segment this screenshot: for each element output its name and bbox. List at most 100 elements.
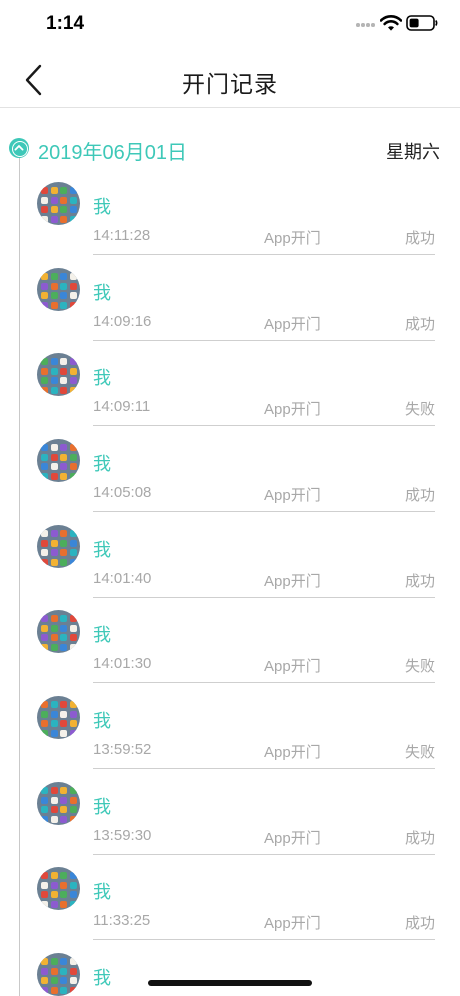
avatar-tile [50,463,58,470]
record-item[interactable]: 我 13:59:52 App开门 失败 [0,674,460,769]
avatar-tile [41,273,48,280]
avatar-tile [69,796,77,804]
avatar-tile [41,530,48,537]
avatar-tile [50,558,58,566]
avatar-tile [60,806,67,813]
avatar [37,182,80,225]
record-time: 13:59:52 [93,741,152,758]
avatar-tile [60,720,67,727]
record-item[interactable]: 我 14:09:11 App开门 失败 [0,331,460,426]
avatar-tile [50,530,58,537]
avatar-tile [69,377,77,384]
avatar-tile [50,967,58,975]
record-user: 我 [93,711,111,732]
status-bar: 1:14 [0,0,460,48]
avatar-tile [41,891,48,898]
avatar-tile [41,787,48,794]
avatar-tile [50,958,58,965]
avatar-tile [41,900,48,908]
avatar-tile [69,967,77,975]
avatar-tile [50,273,58,280]
avatar-tile [41,720,48,727]
record-item[interactable]: 我 13:59:30 App开门 成功 [0,760,460,855]
avatar-tile [50,720,58,727]
avatar-tile [41,643,48,651]
avatar-tile [41,701,48,708]
avatar-tile [69,986,77,994]
avatar-tile [60,453,67,461]
avatar-tile [50,301,58,309]
avatar-tile [50,215,58,223]
record-item[interactable]: 我 14:09:16 App开门 成功 [0,246,460,341]
avatar-tile [60,530,67,537]
avatar-tile [60,196,67,204]
record-result: 失败 [404,400,435,418]
record-result: 成功 [404,229,435,247]
avatar-tile [41,729,48,737]
record-user: 我 [93,882,111,903]
avatar-tile [41,977,48,984]
avatar [37,610,80,653]
record-item[interactable]: 我 [0,931,460,996]
date-marker[interactable] [9,138,29,158]
record-item[interactable]: 我 11:33:25 App开门 成功 [0,845,460,940]
avatar-tile [50,872,58,879]
avatar-tile [69,187,77,194]
avatar-tile [69,453,77,461]
avatar-tile [41,472,48,480]
avatar-tile [69,624,77,632]
record-time: 14:09:11 [93,398,151,415]
record-method: App开门 [264,487,321,504]
avatar-tile [41,292,48,299]
avatar-tile [60,958,67,965]
record-item[interactable]: 我 14:05:08 App开门 成功 [0,417,460,512]
avatar-tile [60,624,67,632]
avatar-tile [50,472,58,480]
signal-icon [356,22,376,28]
avatar-tile [60,367,67,375]
record-result: 失败 [404,743,435,761]
avatar-tile [50,701,58,708]
avatar-tile [69,558,77,566]
avatar-tile [50,986,58,994]
avatar-tile [41,624,48,632]
record-item[interactable]: 我 14:11:28 App开门 成功 [0,160,460,255]
avatar-tile [41,187,48,194]
record-item[interactable]: 我 14:01:30 App开门 失败 [0,588,460,683]
avatar-tile [69,196,77,204]
status-time: 1:14 [46,13,85,34]
avatar-tile [50,796,58,804]
avatar-tile [60,386,67,394]
avatar-tile [60,472,67,480]
avatar-tile [50,386,58,394]
avatar [37,696,80,739]
avatar-tile [50,710,58,718]
avatar-tile [50,358,58,365]
avatar [37,268,80,311]
avatar-tile [69,815,77,823]
avatar-tile [50,643,58,651]
avatar-tile [60,558,67,566]
avatar-tile [69,958,77,965]
record-item[interactable]: 我 14:01:40 App开门 成功 [0,503,460,598]
avatar-tile [41,444,48,451]
avatar-tile [60,292,67,299]
avatar-tile [60,977,67,984]
record-time: 14:01:30 [93,655,152,672]
nav-bar: 开门记录 [0,48,460,108]
avatar-tile [69,729,77,737]
avatar-tile [69,358,77,365]
avatar-tile [50,900,58,908]
avatar-tile [41,539,48,547]
chevron-up-circle-icon [14,145,24,151]
record-user: 我 [93,968,111,989]
avatar-tile [50,196,58,204]
avatar-tile [69,872,77,879]
avatar-tile [69,463,77,470]
home-indicator [148,980,312,986]
avatar-tile [60,815,67,823]
avatar-tile [41,367,48,375]
avatar-tile [60,787,67,794]
avatar-tile [60,986,67,994]
avatar-tile [60,881,67,889]
